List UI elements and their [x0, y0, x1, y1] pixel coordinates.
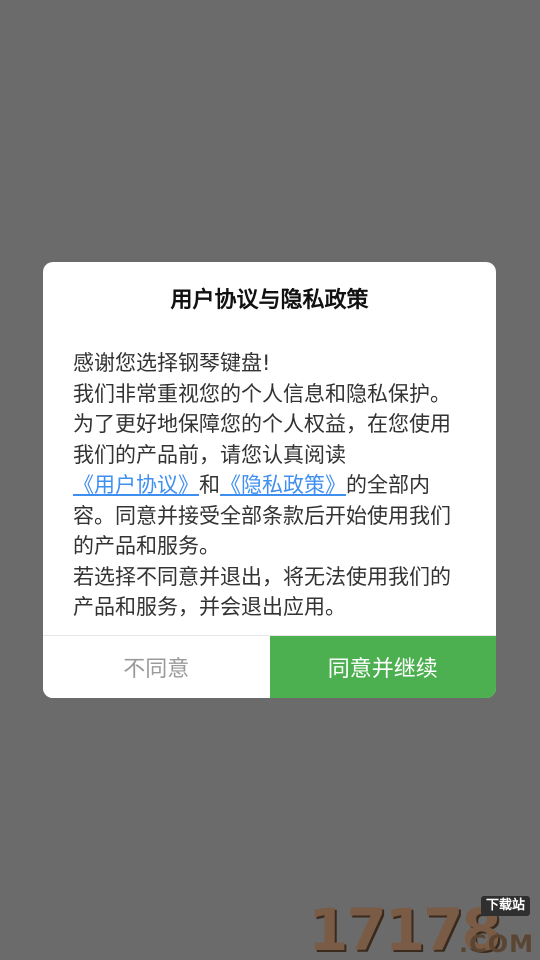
accept-continue-button[interactable]: 同意并继续: [269, 636, 496, 698]
privacy-dialog: 用户协议与隐私政策 感谢您选择钢琴键盘! 我们非常重视您的个人信息和隐私保护。为…: [43, 262, 496, 698]
privacy-policy-link[interactable]: 《隐私政策》: [220, 473, 346, 497]
and-text: 和: [199, 473, 220, 497]
dialog-body: 感谢您选择钢琴键盘! 我们非常重视您的个人信息和隐私保护。为了更好地保障您的个人…: [73, 348, 469, 623]
screen: 用户协议与隐私政策 感谢您选择钢琴键盘! 我们非常重视您的个人信息和隐私保护。为…: [0, 0, 540, 960]
exit-warning-text: 若选择不同意并退出，将无法使用我们的产品和服务，并会退出应用。: [73, 564, 451, 620]
dialog-button-row: 不同意 同意并继续: [43, 636, 496, 698]
watermark-logo: 17178 下载站 .COM: [308, 896, 534, 960]
decline-button[interactable]: 不同意: [43, 636, 270, 698]
greeting-text: 感谢您选择钢琴键盘!: [73, 351, 271, 375]
agreement-text-before: 我们非常重视您的个人信息和隐私保护。为了更好地保障您的个人权益，在您使用我们的产…: [73, 381, 451, 467]
agreement-paragraph: 我们非常重视您的个人信息和隐私保护。为了更好地保障您的个人权益，在您使用我们的产…: [73, 379, 469, 562]
watermark-suffix: .COM: [458, 930, 534, 958]
watermark-tag: 下载站: [480, 896, 530, 916]
dialog-title: 用户协议与隐私政策: [170, 288, 369, 313]
user-agreement-link[interactable]: 《用户协议》: [73, 473, 199, 497]
